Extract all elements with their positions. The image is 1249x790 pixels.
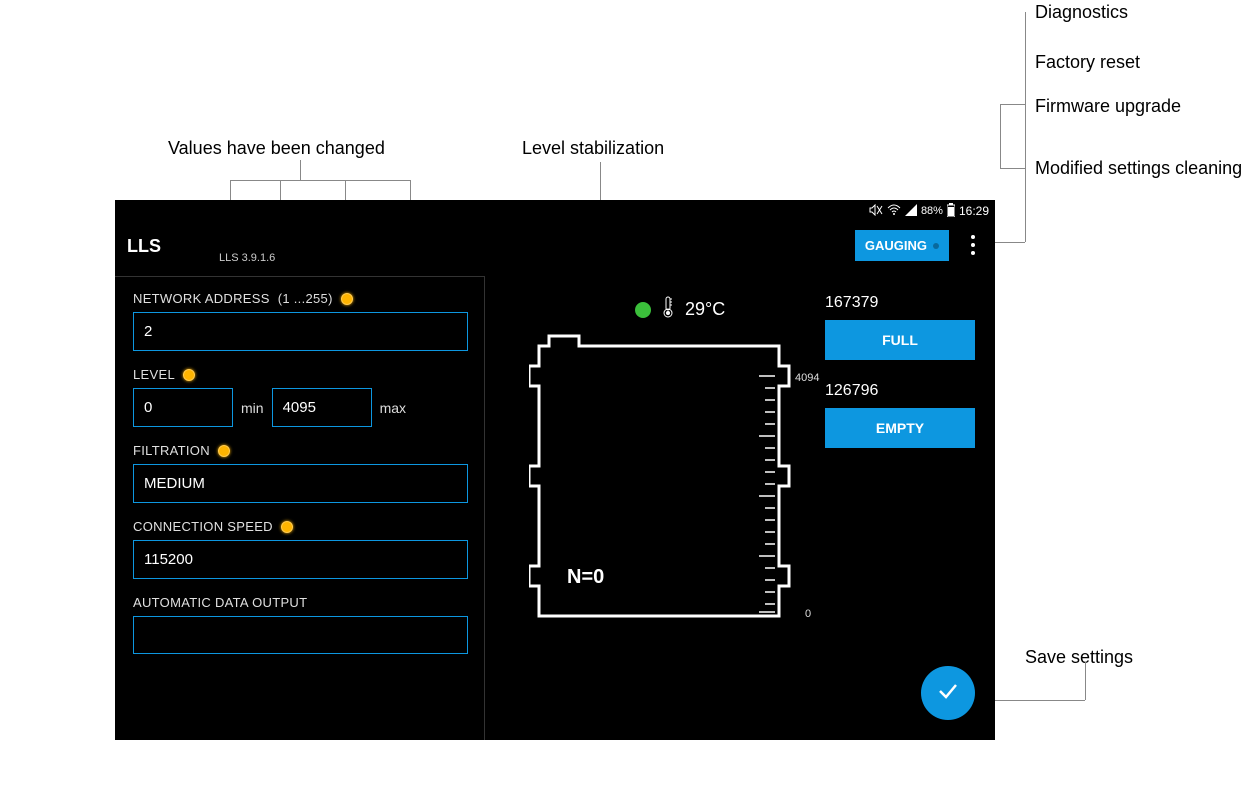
visual-pane: 29°C	[485, 276, 995, 740]
level-max-input[interactable]	[272, 388, 372, 427]
empty-value: 126796	[825, 382, 975, 400]
empty-button[interactable]: EMPTY	[825, 408, 975, 448]
level-min-unit: min	[241, 400, 264, 416]
signal-icon	[905, 204, 917, 219]
field-auto-output: AUTOMATIC DATA OUTPUT	[133, 595, 468, 654]
app-version: LLS 3.9.1.6	[219, 252, 275, 264]
changed-indicator-icon	[218, 445, 230, 457]
changed-indicator-icon	[341, 293, 353, 305]
changed-indicator-icon	[183, 369, 195, 381]
status-time: 16:29	[959, 204, 989, 218]
save-settings-fab[interactable]	[921, 666, 975, 720]
level-stabilization-indicator	[635, 302, 651, 318]
annotation-firmware-upgrade: Firmware upgrade	[1035, 96, 1181, 117]
scale-max: 4094	[795, 372, 819, 384]
settings-pane: NETWORK ADDRESS (1 ...255) LEVEL min max	[115, 276, 485, 740]
checkmark-icon	[935, 678, 961, 709]
annotation-level-stab: Level stabilization	[522, 138, 664, 159]
annotation-factory-reset: Factory reset	[1035, 52, 1140, 73]
app-title: LLS	[127, 236, 161, 257]
network-address-label: NETWORK ADDRESS	[133, 291, 270, 306]
field-connection-speed: CONNECTION SPEED 115200	[133, 519, 468, 579]
gauging-indicator	[933, 243, 939, 249]
auto-output-select[interactable]	[133, 616, 468, 654]
filtration-label: FILTRATION	[133, 443, 210, 458]
full-value: 167379	[825, 294, 975, 312]
overflow-menu-button[interactable]	[963, 230, 983, 260]
thermometer-icon	[661, 296, 675, 323]
mute-icon	[869, 204, 883, 219]
battery-pct: 88%	[921, 205, 943, 217]
level-min-input[interactable]	[133, 388, 233, 427]
status-bar: 88% 16:29	[115, 200, 995, 222]
scale-min: 0	[805, 608, 811, 620]
gauging-button[interactable]: GAUGING	[855, 230, 949, 261]
connection-speed-select[interactable]: 115200	[133, 540, 468, 579]
filtration-select[interactable]: MEDIUM	[133, 464, 468, 503]
auto-output-label: AUTOMATIC DATA OUTPUT	[133, 595, 307, 610]
tank-n-value: N=0	[567, 566, 604, 589]
connection-speed-label: CONNECTION SPEED	[133, 519, 273, 534]
annotation-modified-cleaning: Modified settings cleaning	[1035, 158, 1242, 179]
field-level: LEVEL min max	[133, 367, 468, 427]
wifi-icon	[887, 204, 901, 219]
network-address-hint: (1 ...255)	[278, 291, 333, 306]
full-button[interactable]: FULL	[825, 320, 975, 360]
field-filtration: FILTRATION MEDIUM	[133, 443, 468, 503]
device-screen: 88% 16:29 LLS LLS 3.9.1.6 GAUGING NETWOR…	[115, 200, 995, 740]
annotation-values-changed: Values have been changed	[168, 138, 385, 159]
battery-icon	[947, 203, 955, 220]
changed-indicator-icon	[281, 521, 293, 533]
level-max-unit: max	[380, 400, 406, 416]
level-label: LEVEL	[133, 367, 175, 382]
field-network-address: NETWORK ADDRESS (1 ...255)	[133, 291, 468, 351]
annotation-diagnostics: Diagnostics	[1035, 2, 1128, 23]
gauging-label: GAUGING	[865, 238, 927, 253]
network-address-input[interactable]	[133, 312, 468, 351]
annotation-save-settings: Save settings	[1025, 647, 1133, 668]
temperature-value: 29°C	[685, 299, 725, 320]
